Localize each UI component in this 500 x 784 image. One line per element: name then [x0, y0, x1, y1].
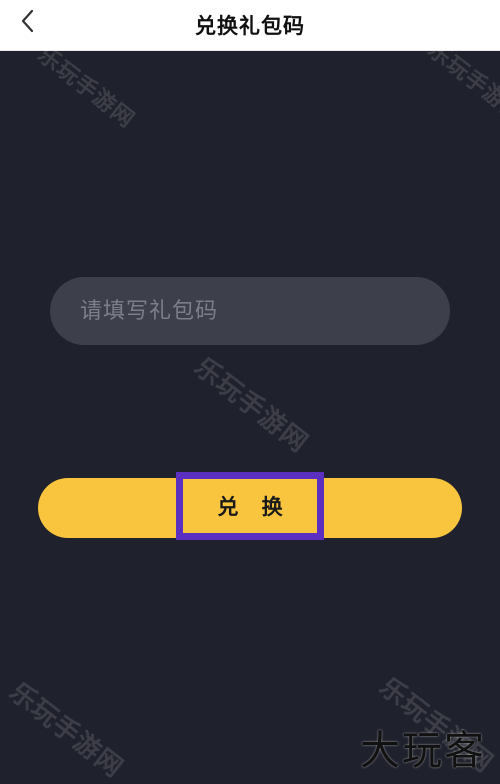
gift-code-page: 兑换礼包码 乐玩手游网 乐玩手游网 乐玩手游网 乐玩手游网 乐玩手游网 兑 换 … — [0, 0, 500, 784]
watermark: 乐玩手游网 — [32, 42, 139, 134]
back-button[interactable] — [8, 3, 48, 43]
site-logo: 大玩客 — [360, 728, 486, 774]
top-nav-bar: 兑换礼包码 — [0, 0, 500, 51]
watermark: 乐玩手游网 — [3, 677, 129, 784]
page-title: 兑换礼包码 — [195, 14, 305, 38]
gift-code-input[interactable] — [50, 277, 450, 345]
chevron-left-icon — [19, 8, 37, 38]
redeem-button[interactable] — [38, 478, 462, 538]
watermark: 乐玩手游网 — [188, 352, 314, 459]
